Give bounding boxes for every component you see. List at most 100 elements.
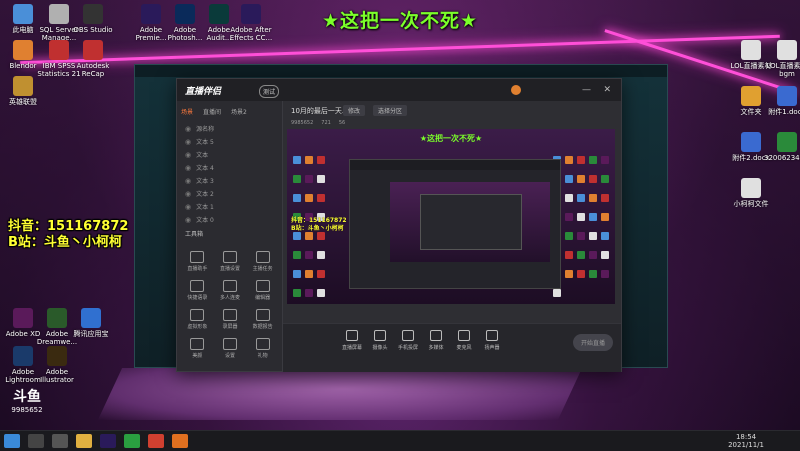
source-label: 文本 2: [196, 191, 214, 198]
streaming-app-window[interactable]: 直播伴侣 测试 — ✕ 场景 直播间 场景2 ◉ 源名称 ◉ 文本 5 ◉ 文本 ◉ 文本 4…: [176, 78, 622, 372]
source-label: 文本 5: [196, 139, 214, 146]
desktop-icon[interactable]: 小柯柯文件: [728, 178, 774, 208]
tool-item[interactable]: 录屏器: [214, 309, 247, 330]
stream-headline: ★这把一次不死★: [321, 10, 479, 32]
desktop-icon[interactable]: Adobe After Effects CC...: [228, 4, 274, 42]
desktop-icon-label: OBS Studio: [73, 26, 113, 34]
source-add-button[interactable]: 麦克风: [451, 330, 477, 351]
eye-icon[interactable]: ◉: [185, 177, 191, 185]
nested-preview-window: [349, 159, 561, 289]
tool-item[interactable]: 美颜: [181, 338, 214, 359]
mini-icon: [317, 175, 325, 183]
source-add-button[interactable]: 直播屏幕: [339, 330, 365, 351]
mini-icon: [305, 270, 313, 278]
source-type-icon: [402, 330, 414, 341]
search-icon[interactable]: [28, 434, 44, 448]
tab-scene[interactable]: 场景: [181, 107, 193, 116]
tool-item[interactable]: 礼物: [246, 338, 279, 359]
mini-icon: [305, 232, 313, 240]
eye-icon[interactable]: ◉: [185, 151, 191, 159]
app-taskbar-icon[interactable]: [172, 434, 188, 448]
source-item[interactable]: ◉ 文本 4: [177, 161, 282, 174]
source-add-button[interactable]: 摄像头: [367, 330, 393, 351]
start-stream-button[interactable]: 开始直播: [572, 334, 613, 351]
scene-tabs: 场景 直播间 场景2: [177, 101, 282, 122]
wechat-icon[interactable]: [124, 434, 140, 448]
tab-scene2[interactable]: 场景2: [231, 107, 247, 116]
mini-icon: [317, 156, 325, 164]
eye-icon[interactable]: ◉: [185, 216, 191, 224]
mini-icon: [589, 251, 597, 259]
desktop-icon[interactable]: 附件1.docx: [764, 86, 800, 116]
source-item[interactable]: ◉ 文本 2: [177, 187, 282, 200]
eye-icon[interactable]: ◉: [185, 138, 191, 146]
task-view-icon[interactable]: [52, 434, 68, 448]
tool-label: 礼物: [257, 353, 268, 359]
eye-icon[interactable]: ◉: [185, 164, 191, 172]
tool-item[interactable]: 直播设置: [214, 251, 247, 272]
source-add-button[interactable]: 多媒体: [423, 330, 449, 351]
tool-item[interactable]: 设置: [214, 338, 247, 359]
desktop-icon[interactable]: LOL直播素材bgm: [764, 40, 800, 78]
mini-icon: [565, 232, 573, 240]
app-icon: [209, 4, 229, 24]
eye-icon[interactable]: ◉: [185, 190, 191, 198]
desktop-icon[interactable]: Autodesk ReCap: [70, 40, 116, 78]
app-icon: [47, 346, 67, 366]
app-icon: [49, 40, 69, 60]
tool-label: 直播设置: [219, 266, 240, 272]
app-icon: [81, 308, 101, 328]
file-icon: [741, 178, 761, 198]
minimize-icon[interactable]: —: [582, 85, 591, 95]
tool-item[interactable]: 虚拟形象: [181, 309, 214, 330]
tool-icon: [190, 338, 205, 350]
desktop-icon-label: 英雄联盟: [9, 98, 37, 106]
desktop-icon[interactable]: 腾讯应用宝: [68, 308, 114, 338]
source-add-button[interactable]: 手机投屏: [395, 330, 421, 351]
tool-item[interactable]: 主播任务: [246, 251, 279, 272]
source-item[interactable]: ◉ 文本: [177, 148, 282, 161]
mini-icon: [601, 251, 609, 259]
tool-label: 美颜: [192, 353, 203, 359]
tool-item[interactable]: 数据报告: [246, 309, 279, 330]
bottom-toolbar: 直播屏幕 摄像头 手机投屏 多媒体 麦克风 扬声器 开始直播: [283, 323, 621, 372]
start-menu-icon[interactable]: [4, 434, 20, 448]
source-item[interactable]: ◉ 源名称: [177, 122, 282, 135]
mini-icon: [305, 289, 313, 297]
desktop-icon-label: Autodesk ReCap: [76, 62, 110, 78]
desktop-icon[interactable]: OBS Studio: [70, 4, 116, 34]
tool-item[interactable]: 快捷语录: [181, 280, 214, 301]
tool-icon: [255, 309, 270, 321]
tab-room[interactable]: 直播间: [203, 107, 221, 116]
source-type-icon: [430, 330, 442, 341]
app-badge: 测试: [259, 85, 280, 98]
clock: 18:54 2021/11/1: [728, 433, 764, 449]
desktop-icon[interactable]: Adobe Illustrator: [34, 346, 80, 384]
close-icon[interactable]: ✕: [603, 85, 611, 95]
tool-label: 快捷语录: [187, 295, 208, 301]
tool-item[interactable]: 直播助手: [181, 251, 214, 272]
app-icon: [141, 4, 161, 24]
scene-panel: 场景 直播间 场景2 ◉ 源名称 ◉ 文本 5 ◉ 文本 ◉ 文本 4 ◉ 文本 3 ◉ 文本 2 ◉ 文…: [177, 101, 283, 371]
chrome-icon[interactable]: [148, 434, 164, 448]
eye-icon[interactable]: ◉: [185, 125, 191, 133]
select-category-button[interactable]: 选择分区: [373, 105, 408, 116]
mini-icon: [293, 194, 301, 202]
source-add-button[interactable]: 扬声器: [479, 330, 505, 351]
mini-icon: [601, 175, 609, 183]
source-item[interactable]: ◉ 文本 3: [177, 174, 282, 187]
desktop-icon[interactable]: 32006234.xlsx: [764, 132, 800, 162]
tool-item[interactable]: 编辑器: [246, 280, 279, 301]
explorer-icon[interactable]: [76, 434, 92, 448]
premiere-icon[interactable]: [100, 434, 116, 448]
tool-item[interactable]: 多人连麦: [214, 280, 247, 301]
source-item[interactable]: ◉ 文本 1: [177, 200, 282, 213]
eye-icon[interactable]: ◉: [185, 203, 191, 211]
app-icon: [47, 308, 67, 328]
mini-icon: [317, 194, 325, 202]
edit-title-button[interactable]: 修改: [343, 105, 366, 116]
avatar[interactable]: [511, 85, 521, 95]
desktop-icon[interactable]: 英雄联盟: [0, 76, 46, 106]
source-item[interactable]: ◉ 文本 5: [177, 135, 282, 148]
source-item[interactable]: ◉ 文本 0: [177, 213, 282, 226]
